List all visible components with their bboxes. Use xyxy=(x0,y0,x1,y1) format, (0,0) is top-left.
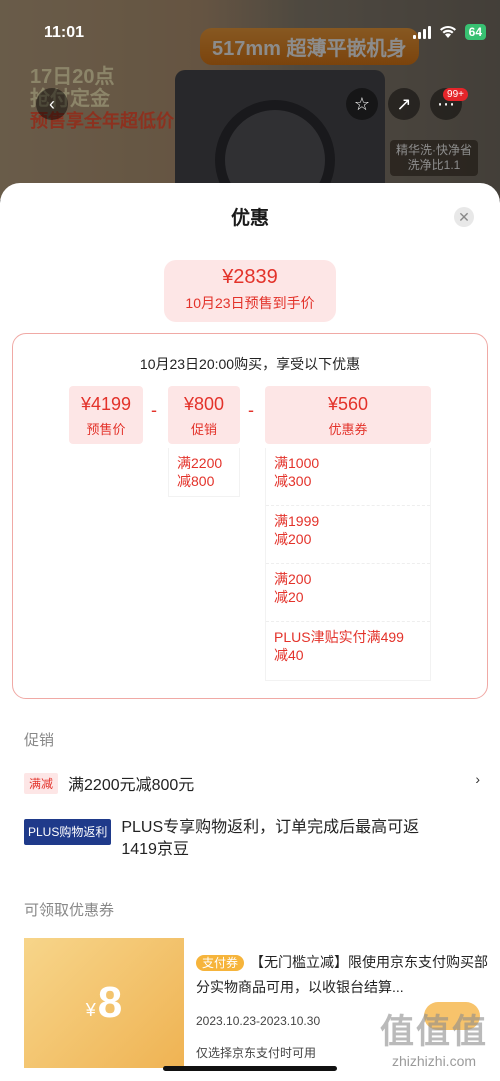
coupon-detail-item: 满1999 减200 xyxy=(266,506,430,564)
minus-sign: - xyxy=(151,400,157,420)
cart-badge: 99+ xyxy=(443,88,468,101)
presale-price-label: 预售价 xyxy=(86,422,126,437)
discount-sheet: 优惠 ✕ ¥2839 10月23日预售到手价 10月23日20:00购买，享受以… xyxy=(0,183,500,1081)
coupon-pill: ¥560 优惠券 xyxy=(265,386,431,444)
price-breakdown: 10月23日20:00购买，享受以下优惠 ¥4199 预售价 - ¥800 促销… xyxy=(12,333,488,699)
status-icons: 64 xyxy=(412,24,486,40)
presale-price-pill: ¥4199 预售价 xyxy=(69,386,143,444)
background-product-page: 517mm 超薄平嵌机身 17日20点 抢付定金 预售享全年超低价 精华洗·快净… xyxy=(0,0,500,200)
coupon-label: 优惠券 xyxy=(328,422,368,437)
signal-icon xyxy=(412,25,431,39)
coupon-amount-value: 8 xyxy=(97,978,123,1027)
minus-sign: - xyxy=(248,400,254,420)
coupon-detail-line2: 减20 xyxy=(274,589,304,605)
promotion-label: 促销 xyxy=(190,422,217,437)
pay-coupon-tag: 支付券 xyxy=(196,955,245,971)
coupons-section-title: 可领取优惠券 xyxy=(24,902,115,919)
promo-row-text: PLUS专享购物返利，订单完成后最高可返1419京豆 xyxy=(121,819,420,858)
watermark-logo: 值值值 xyxy=(380,1013,488,1051)
battery-icon: 64 xyxy=(464,24,486,40)
final-price-box: ¥2839 10月23日预售到手价 xyxy=(164,260,336,322)
coupon-amount: ¥560 xyxy=(327,394,369,414)
status-time: 11:01 xyxy=(44,24,85,41)
coupon-detail-item: 满200 减20 xyxy=(266,564,430,622)
share-icon[interactable]: ↗ xyxy=(388,88,420,120)
promo-detail-line1: 满2200 xyxy=(177,455,223,471)
promotion-pill: ¥800 促销 xyxy=(168,386,240,444)
coupon-detail-line1: PLUS津贴实付满499 xyxy=(274,629,404,645)
chevron-right-icon[interactable]: › xyxy=(475,771,480,787)
breakdown-header: 10月23日20:00购买，享受以下优惠 xyxy=(139,356,361,372)
coupon-detail-item: 满1000 减300 xyxy=(266,448,430,506)
coupon-currency-symbol: ¥ xyxy=(85,999,96,1020)
coupon-detail-line2: 减40 xyxy=(274,647,304,663)
coupon-detail-item: PLUS津贴实付满499 减40 xyxy=(266,622,430,680)
promotion-amount: ¥800 xyxy=(183,394,225,414)
close-icon[interactable]: ✕ xyxy=(454,207,474,227)
coupon-detail-line1: 满200 xyxy=(274,571,312,587)
promo-row-text: 满2200元减800元 xyxy=(68,777,195,794)
wifi-icon xyxy=(439,26,456,38)
coupon-detail-list: 满1000 减300 满1999 减200 满200 减20 PLUS津贴实付满… xyxy=(265,448,431,681)
manjian-tag: 满减 xyxy=(24,773,59,794)
plus-rebate-tag: PLUS购物返利 xyxy=(24,819,112,845)
promotion-detail: 满2200 减800 xyxy=(168,448,240,497)
promotions-section-title: 促销 xyxy=(24,732,55,749)
home-indicator[interactable] xyxy=(163,1066,337,1071)
final-price-amount: ¥2839 xyxy=(222,266,278,288)
coupon-detail-line2: 减200 xyxy=(274,531,312,547)
back-arrow-icon[interactable]: ‹ xyxy=(36,88,68,120)
promo-row-plus[interactable]: PLUS购物返利 PLUS专享购物返利，订单完成后最高可返1419京豆 xyxy=(24,817,480,861)
presale-price-amount: ¥4199 xyxy=(80,394,132,414)
coupon-detail-line1: 满1999 xyxy=(274,513,320,529)
site-watermark: 值值值 zhizhizhi.com xyxy=(380,1004,488,1069)
favorite-star-icon[interactable]: ☆ xyxy=(346,88,378,120)
sheet-title: 优惠 xyxy=(230,208,269,229)
promo-row-manjian[interactable]: 满减 满2200元减800元 › xyxy=(24,771,480,795)
coupon-value: ¥ 8 xyxy=(24,938,184,1068)
promo-detail-line2: 减800 xyxy=(177,473,215,489)
coupon-detail-line1: 满1000 xyxy=(274,455,320,471)
watermark-url: zhizhizhi.com xyxy=(391,1053,477,1069)
coupon-detail-line2: 减300 xyxy=(274,473,312,489)
final-price-label: 10月23日预售到手价 xyxy=(185,295,315,311)
